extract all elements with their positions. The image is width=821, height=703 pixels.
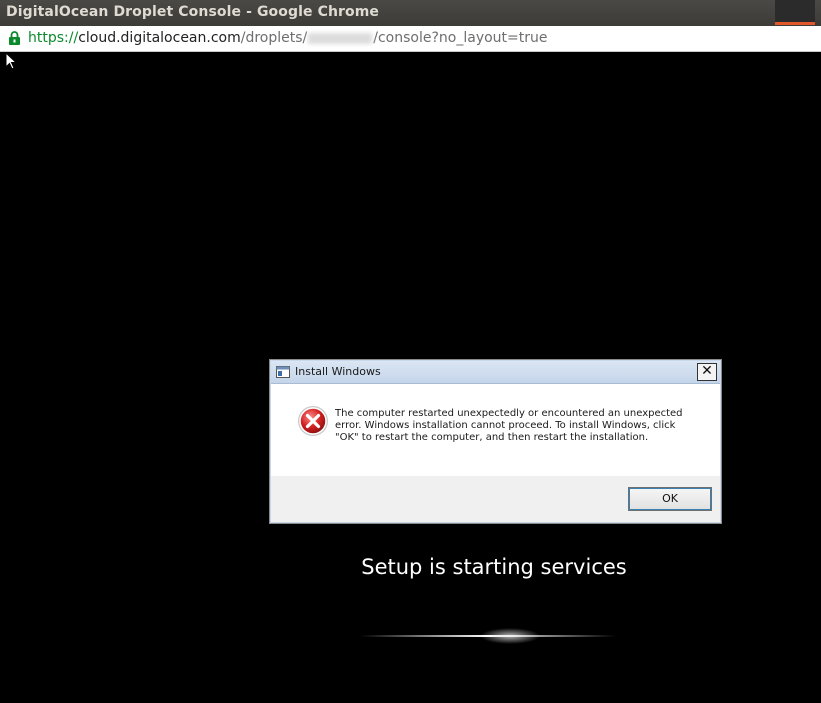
dialog-title: Install Windows	[295, 365, 381, 378]
lock-icon	[9, 31, 20, 45]
error-message: The computer restarted unexpectedly or e…	[335, 408, 683, 443]
url-text[interactable]: https://cloud.digitalocean.com/droplets/…	[28, 30, 548, 46]
ok-button[interactable]: OK	[628, 487, 712, 511]
window-app-icon	[276, 366, 290, 378]
window-title: DigitalOcean Droplet Console - Google Ch…	[6, 4, 380, 20]
error-icon	[298, 406, 328, 436]
url-redacted-id	[308, 32, 373, 44]
dialog-titlebar: Install Windows ✕	[271, 361, 720, 384]
url-path-prefix: /droplets/	[240, 30, 308, 46]
window-titlebar: DigitalOcean Droplet Console - Google Ch…	[0, 0, 821, 26]
dialog-body: The computer restarted unexpectedly or e…	[271, 384, 720, 476]
url-host: cloud.digitalocean.com	[78, 30, 241, 46]
progress-glow	[360, 628, 616, 644]
window-thumbnail	[775, 0, 815, 25]
address-bar[interactable]: https://cloud.digitalocean.com/droplets/…	[0, 26, 821, 52]
url-path-suffix: /console?no_layout=true	[373, 30, 548, 46]
setup-status-text: Setup is starting services	[361, 555, 627, 579]
mouse-pointer-icon	[5, 52, 17, 70]
close-button[interactable]: ✕	[697, 363, 717, 381]
install-windows-dialog: Install Windows ✕ The computer restarted…	[269, 359, 722, 524]
close-icon: ✕	[701, 363, 713, 379]
url-scheme: https://	[28, 30, 79, 46]
